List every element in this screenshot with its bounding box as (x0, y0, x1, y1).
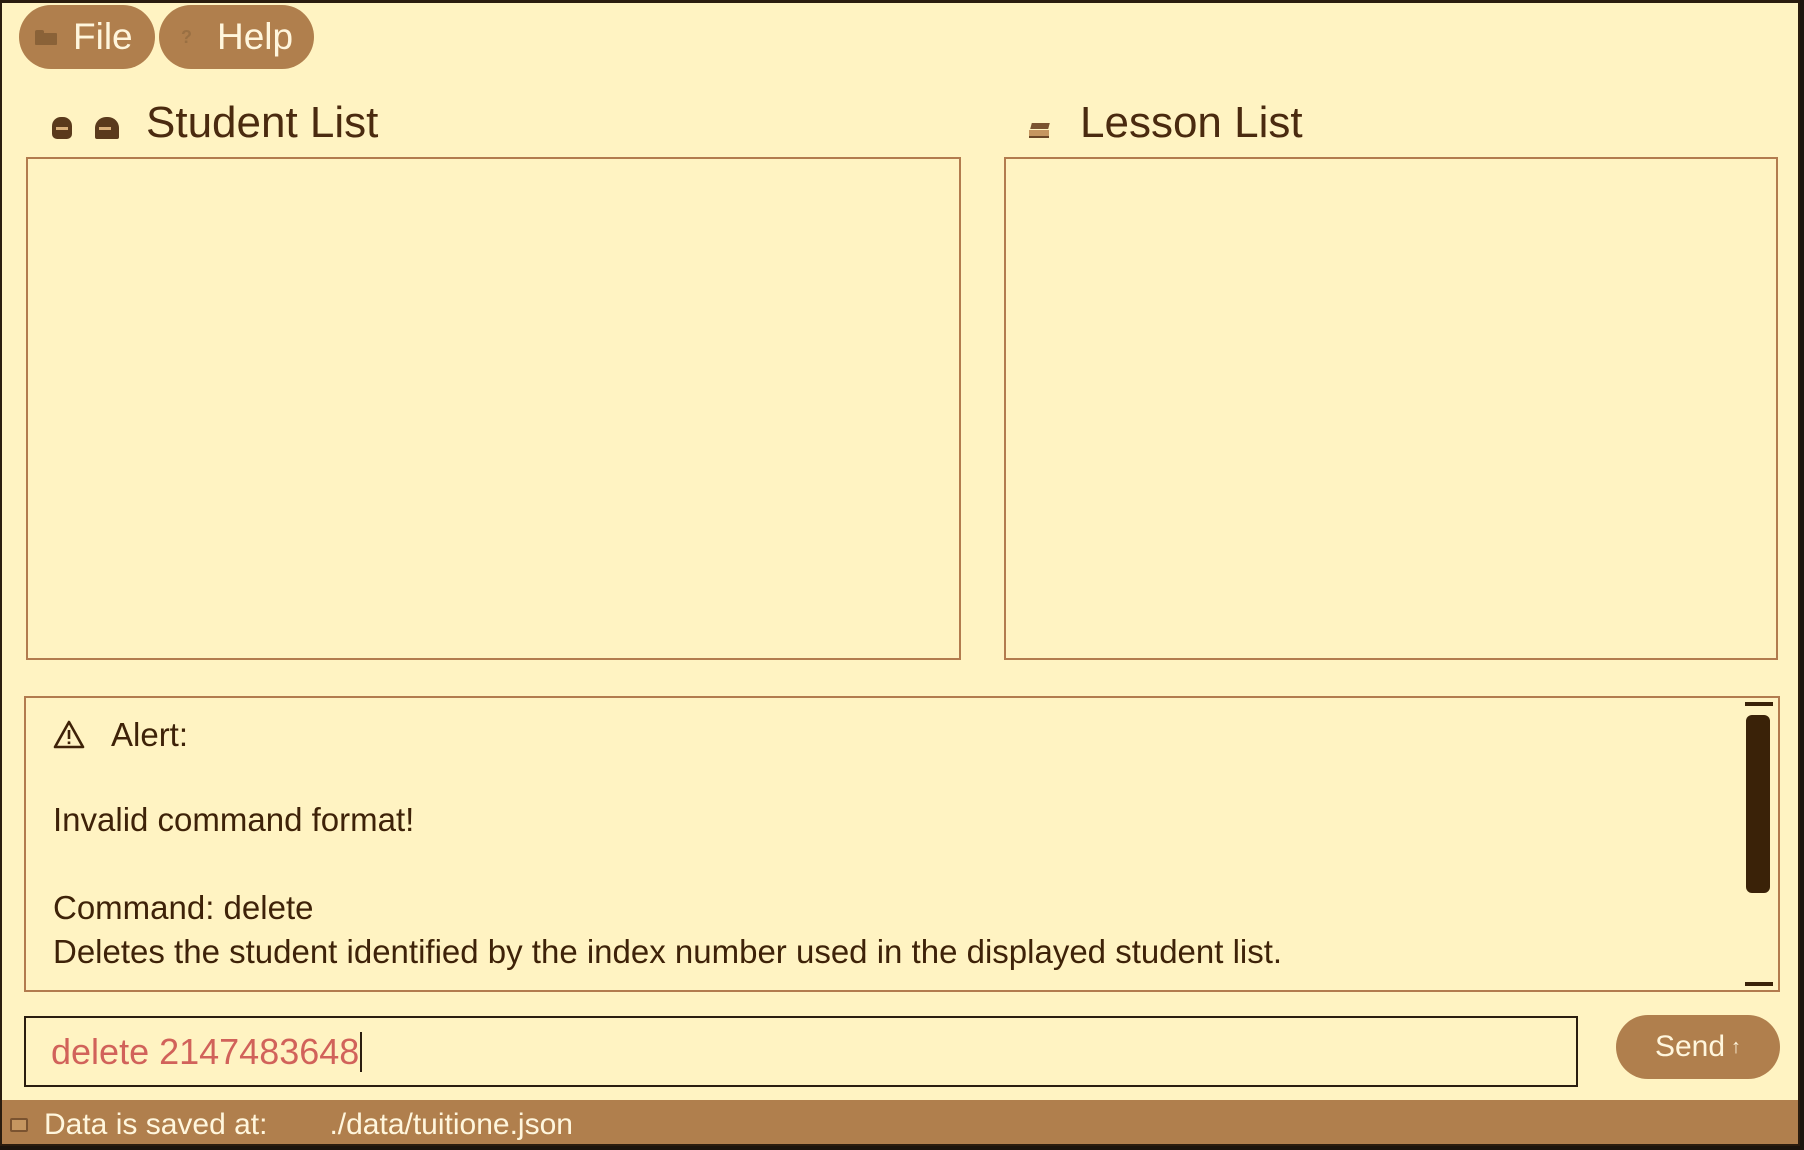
alert-label: Alert: (111, 716, 189, 753)
book-icon (1029, 123, 1051, 138)
app-window: File ? Help Student List Lesson List Ale… (0, 0, 1800, 1146)
text-caret (360, 1031, 363, 1072)
girl-icon (95, 117, 119, 139)
send-button[interactable]: Send ↑ (1616, 1015, 1780, 1079)
status-label: Data is saved at: (44, 1107, 268, 1141)
command-description-text: Deletes the student identified by the in… (53, 933, 1283, 970)
lesson-list-title: Lesson List (1080, 98, 1303, 147)
command-name-text: Command: delete (53, 889, 314, 926)
file-menu-label: File (73, 16, 133, 57)
warning-icon (53, 719, 85, 751)
command-input[interactable]: delete 2147483648 (24, 1016, 1578, 1087)
student-list-panel[interactable] (26, 157, 961, 660)
lesson-list-panel[interactable] (1004, 157, 1778, 660)
help-menu[interactable]: ? Help (159, 5, 314, 69)
storage-icon (10, 1117, 28, 1132)
scroll-down-button[interactable] (1745, 982, 1773, 986)
result-display[interactable]: Alert: Invalid command format! Command: … (24, 696, 1780, 992)
command-input-value: delete 2147483648 (51, 1030, 360, 1072)
scrollbar-thumb[interactable] (1746, 715, 1770, 893)
student-list-title: Student List (146, 98, 379, 147)
error-message: Invalid command format! (53, 801, 415, 838)
folder-icon (35, 29, 57, 45)
boy-icon (52, 117, 72, 139)
alert-row: Alert: (53, 716, 188, 754)
send-button-label: Send (1654, 1030, 1726, 1063)
question-icon: ? (181, 26, 192, 47)
save-path: ./data/tuitione.json (329, 1107, 573, 1141)
arrow-up-icon: ↑ (1731, 1035, 1742, 1058)
status-bar: Data is saved at: ./data/tuitione.json (2, 1100, 1798, 1144)
scroll-up-button[interactable] (1745, 702, 1773, 706)
file-menu[interactable]: File (19, 5, 155, 69)
help-menu-label: Help (217, 16, 294, 57)
